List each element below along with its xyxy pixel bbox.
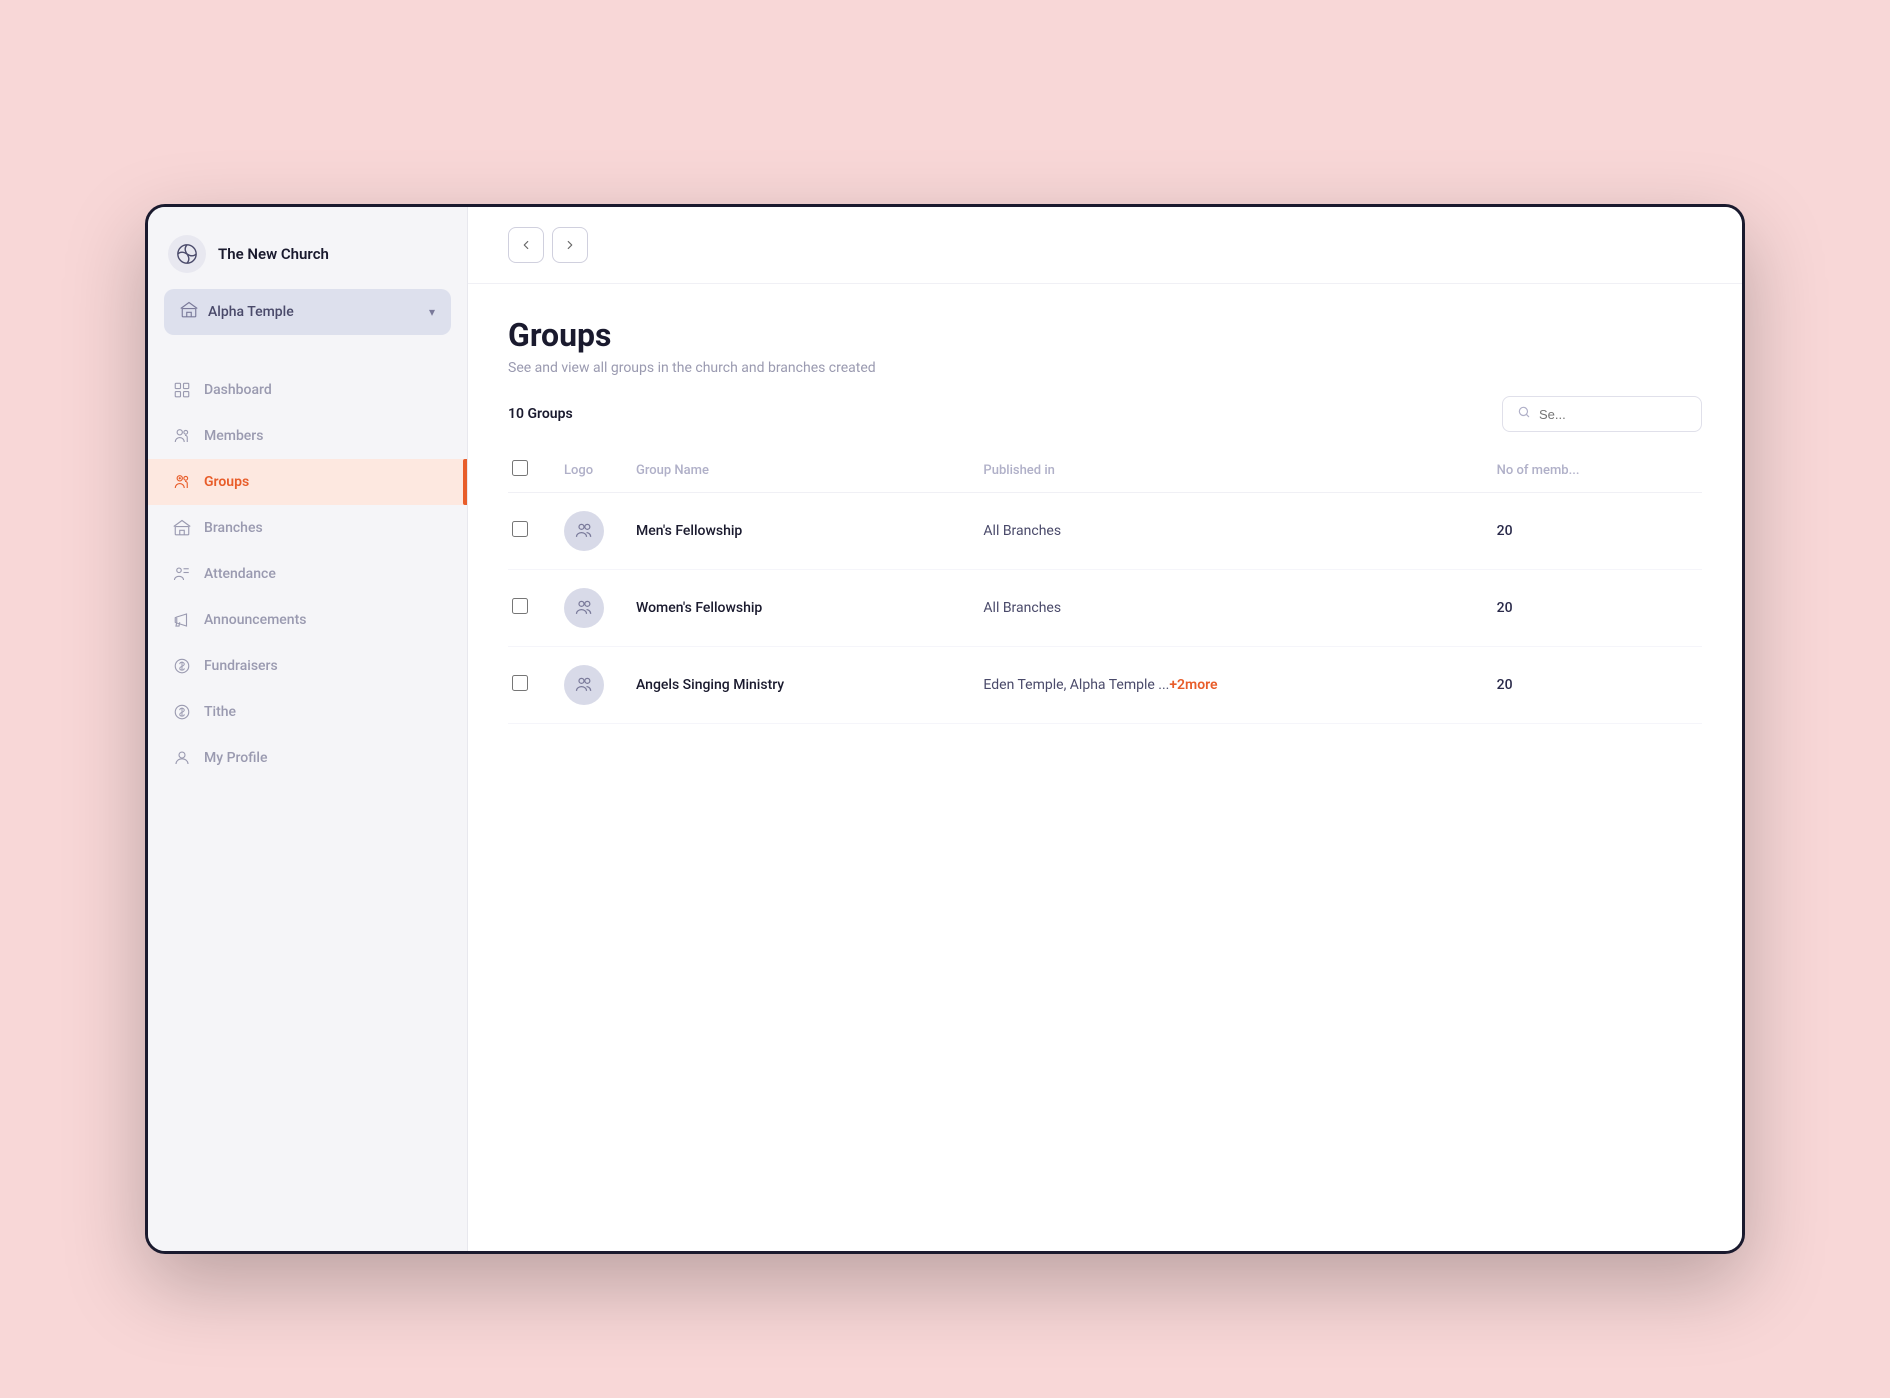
more-badge[interactable]: +2more — [1169, 677, 1217, 693]
group-logo — [564, 588, 604, 628]
forward-button[interactable] — [552, 227, 588, 263]
row-checkbox[interactable] — [512, 521, 528, 537]
tithe-icon — [172, 702, 192, 722]
group-logo — [564, 665, 604, 705]
sidebar-item-dashboard[interactable]: Dashboard — [148, 367, 467, 413]
attendance-icon — [172, 564, 192, 584]
dashboard-label: Dashboard — [204, 382, 272, 398]
search-input[interactable] — [1539, 407, 1687, 422]
table-row[interactable]: Women's Fellowship All Branches 20 — [508, 570, 1702, 647]
table-row[interactable]: Angels Singing Ministry Eden Temple, Alp… — [508, 647, 1702, 724]
nav-section: Dashboard Members — [148, 359, 467, 1251]
fundraisers-label: Fundraisers — [204, 658, 278, 674]
branches-label: Branches — [204, 520, 263, 536]
row-checkbox-cell — [508, 570, 548, 647]
myprofile-label: My Profile — [204, 750, 267, 766]
select-all-checkbox[interactable] — [512, 460, 528, 476]
app-window: The New Church Alpha Temple ▾ — [145, 204, 1745, 1254]
sidebar: The New Church Alpha Temple ▾ — [148, 207, 468, 1251]
row-checkbox-cell — [508, 647, 548, 724]
row-logo-cell — [548, 570, 620, 647]
page-subtitle: See and view all groups in the church an… — [508, 360, 1702, 376]
group-logo — [564, 511, 604, 551]
sidebar-item-myprofile[interactable]: My Profile — [148, 735, 467, 781]
table-row[interactable]: Men's Fellowship All Branches 20 — [508, 493, 1702, 570]
groups-icon — [172, 472, 192, 492]
church-logo — [168, 235, 206, 273]
sidebar-item-branches[interactable]: Branches — [148, 505, 467, 551]
members-icon — [172, 426, 192, 446]
sidebar-item-groups[interactable]: Groups — [148, 459, 467, 505]
back-button[interactable] — [508, 227, 544, 263]
members-label: Members — [204, 428, 263, 444]
fundraisers-icon — [172, 656, 192, 676]
main-content: Groups See and view all groups in the ch… — [468, 207, 1742, 1251]
attendance-label: Attendance — [204, 566, 276, 582]
col-published-in: Published in — [967, 448, 1480, 493]
row-member-count: 20 — [1481, 647, 1702, 724]
col-logo: Logo — [548, 448, 620, 493]
row-logo-cell — [548, 647, 620, 724]
row-published-in: Eden Temple, Alpha Temple ...+2more — [967, 647, 1480, 724]
profile-icon — [172, 748, 192, 768]
row-member-count: 20 — [1481, 493, 1702, 570]
row-checkbox[interactable] — [512, 675, 528, 691]
col-members: No of memb... — [1481, 448, 1702, 493]
row-published-in: All Branches — [967, 570, 1480, 647]
col-checkbox — [508, 448, 548, 493]
announcements-icon — [172, 610, 192, 630]
sidebar-item-tithe[interactable]: Tithe — [148, 689, 467, 735]
page-title: Groups — [508, 316, 1702, 354]
groups-toolbar: 10 Groups — [468, 396, 1742, 448]
row-published-in: All Branches — [967, 493, 1480, 570]
col-group-name: Group Name — [620, 448, 967, 493]
row-group-name: Men's Fellowship — [620, 493, 967, 570]
row-checkbox[interactable] — [512, 598, 528, 614]
sidebar-item-fundraisers[interactable]: Fundraisers — [148, 643, 467, 689]
page-header: Groups See and view all groups in the ch… — [468, 284, 1742, 396]
branch-selector-left: Alpha Temple — [180, 301, 294, 323]
groups-count: 10 Groups — [508, 406, 573, 422]
sidebar-item-members[interactable]: Members — [148, 413, 467, 459]
branch-selector[interactable]: Alpha Temple ▾ — [164, 289, 451, 335]
sidebar-item-announcements[interactable]: Announcements — [148, 597, 467, 643]
row-checkbox-cell — [508, 493, 548, 570]
church-selector[interactable]: The New Church — [148, 207, 467, 289]
row-logo-cell — [548, 493, 620, 570]
branch-name: Alpha Temple — [208, 304, 294, 320]
top-nav — [468, 207, 1742, 284]
branch-icon — [180, 301, 198, 323]
groups-table: Logo Group Name Published in No of memb.… — [468, 448, 1742, 1251]
groups-label: Groups — [204, 474, 249, 490]
table-header-row: Logo Group Name Published in No of memb.… — [508, 448, 1702, 493]
row-member-count: 20 — [1481, 570, 1702, 647]
sidebar-item-attendance[interactable]: Attendance — [148, 551, 467, 597]
dashboard-icon — [172, 380, 192, 400]
table: Logo Group Name Published in No of memb.… — [508, 448, 1702, 724]
tithe-label: Tithe — [204, 704, 236, 720]
church-name: The New Church — [218, 245, 329, 263]
search-icon — [1517, 405, 1531, 423]
announcements-label: Announcements — [204, 612, 306, 628]
search-box[interactable] — [1502, 396, 1702, 432]
row-group-name: Angels Singing Ministry — [620, 647, 967, 724]
branches-icon — [172, 518, 192, 538]
row-group-name: Women's Fellowship — [620, 570, 967, 647]
chevron-down-icon: ▾ — [429, 305, 435, 319]
